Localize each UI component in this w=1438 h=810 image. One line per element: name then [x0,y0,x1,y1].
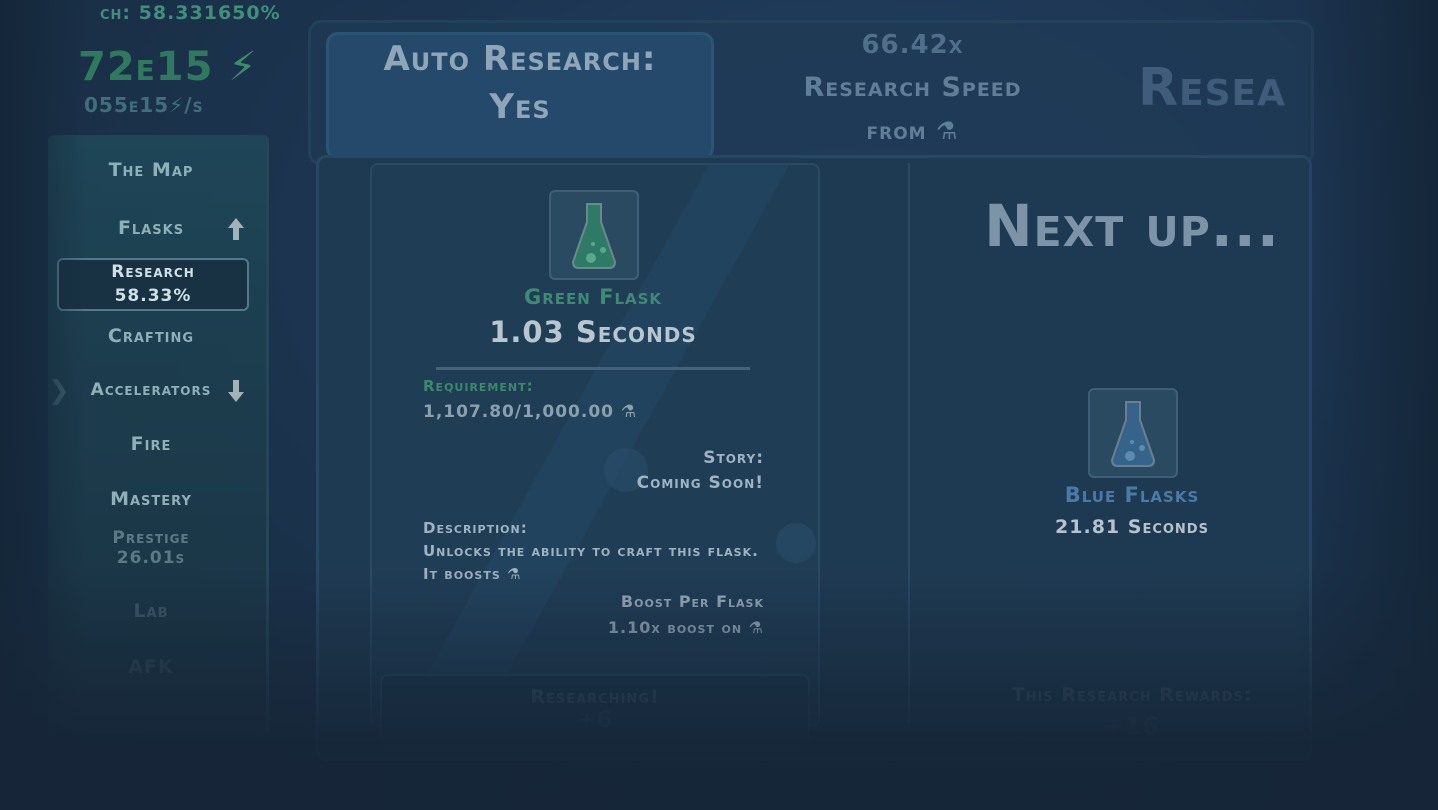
boost-per-flask-value: 1.10x boost on ⚗ [540,618,764,637]
sidebar-item-crafting[interactable]: Crafting [48,325,254,347]
energy-rate: 055e15⚡/s [84,93,204,117]
research-speed-from: from ⚗ [770,117,1055,145]
researching-label: Researching! [530,686,660,708]
flask-icon-description: ⚗ [506,565,522,583]
sidebar-item-fire[interactable]: Fire [48,433,254,455]
story-label: Story: [703,448,764,468]
research-title: Resea [1138,58,1287,118]
requirement-amount: 1,107.80/1,000.00 [423,402,614,422]
next-up-title: Next up... [984,192,1280,260]
arrow-up-icon [228,218,244,240]
sidebar-item-prestige-label: Prestige [112,528,190,548]
sidebar-item-flasks-label: Flasks [117,217,185,239]
sidebar-item-prestige[interactable]: Prestige 26.01s [48,528,254,568]
sidebar-item-research-progress: 58.33% [114,286,192,306]
blue-flask-icon [1088,388,1178,478]
sidebar-item-the-map[interactable]: The Map [48,159,254,181]
story-value: Coming Soon! [636,473,764,493]
energy-rate-suffix: /s [184,93,204,117]
next-rewards-value: +16 [1103,712,1161,740]
requirement-label: Requirement: [423,377,534,395]
sidebar-item-mastery[interactable]: Mastery [48,488,254,510]
requirement-value: 1,107.80/1,000.00 ⚗ [423,402,637,422]
sidebar-item-accelerators[interactable]: Accelerators [48,380,254,400]
boost-per-flask-label: Boost Per Flask [620,592,764,611]
sidebar-item-research-label: Research [111,262,195,282]
lightning-small-icon: ⚡ [169,93,185,117]
energy-amount: 72e15 [78,44,214,90]
flask-icon-boost: ⚗ [748,618,764,637]
sidebar-item-flasks[interactable]: Flasks [48,217,254,239]
energy-rate-amount: 055e15 [84,93,170,117]
auto-research-toggle-button[interactable]: Auto Research: Yes [326,32,714,160]
energy-value: 72e15 ⚡ [78,44,258,90]
sidebar-item-prestige-timer: 26.01s [116,548,186,568]
description-boost-text: It boosts [423,565,501,583]
next-research-time: 21.81 Seconds [1055,516,1209,538]
research-speed-multiplier: 66.42x [861,30,964,60]
current-research-time: 1.03 Seconds [489,315,697,349]
researching-button[interactable]: Researching! +6 [380,674,810,748]
description-line-2: It boosts ⚗ [423,565,521,583]
sidebar-item-afk[interactable]: AFK [48,656,254,678]
flask-icon-requirement: ⚗ [620,402,638,422]
description-label: Description: [423,519,528,537]
boost-value-text: 1.10x boost on [607,618,743,637]
research-progress-divider [436,367,750,370]
lightning-icon: ⚡ [228,44,258,90]
next-rewards-label: This Research Rewards: [1011,684,1253,706]
current-flask-name: Green Flask [523,285,663,309]
research-percent-readout: ch: 58.331650% [100,2,281,24]
auto-research-value: Yes [489,87,551,127]
sidebar-item-research[interactable]: Research 58.33% [57,258,249,311]
researching-reward: +6 [577,708,613,733]
flask-icon-small: ⚗ [935,117,959,145]
green-flask-icon [549,190,639,280]
research-speed-label: Research Speed [803,72,1022,103]
auto-research-label: Auto Research: [383,39,657,79]
sidebar-item-lab[interactable]: Lab [48,600,254,622]
description-line-1: Unlocks the ability to craft this flask. [423,542,759,560]
next-flask-name: Blue Flasks [1064,483,1200,507]
research-speed-from-label: from [866,117,927,145]
arrow-down-icon [228,380,244,402]
